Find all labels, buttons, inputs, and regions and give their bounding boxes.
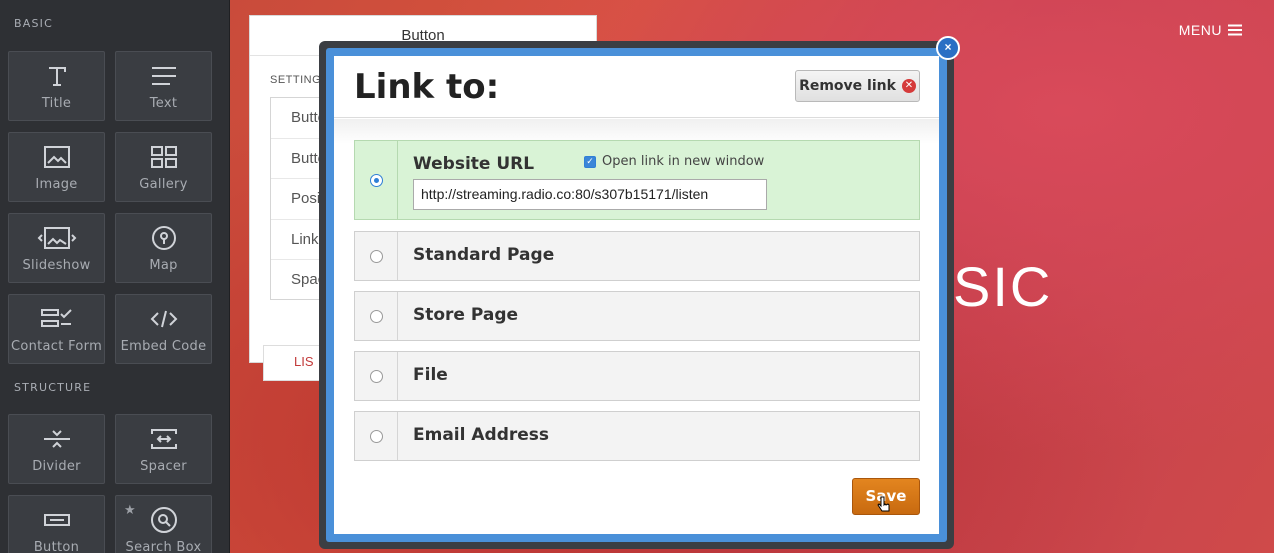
hero-text: SIC bbox=[953, 255, 1053, 318]
tile-label: Search Box bbox=[125, 540, 202, 553]
text-icon bbox=[116, 62, 211, 90]
list-tab-label: LIS bbox=[294, 354, 314, 369]
tile-button[interactable]: Button bbox=[8, 495, 105, 553]
radio-cell bbox=[355, 232, 398, 280]
hamburger-icon bbox=[1228, 24, 1242, 36]
radio-cell bbox=[355, 352, 398, 400]
radio-store-page[interactable] bbox=[370, 310, 383, 323]
link-modal: Link to: Remove link ✕ Website URL ✓ Ope… bbox=[334, 56, 939, 534]
option-standard-page[interactable]: Standard Page bbox=[354, 231, 920, 281]
tile-text[interactable]: Text bbox=[115, 51, 212, 121]
image-icon bbox=[9, 143, 104, 171]
option-label: Store Page bbox=[413, 305, 519, 325]
tile-spacer[interactable]: Spacer bbox=[115, 414, 212, 484]
tile-label: Gallery bbox=[139, 177, 188, 192]
tile-label: Divider bbox=[32, 459, 81, 474]
menu-button[interactable]: MENU bbox=[1179, 22, 1242, 38]
open-new-window-checkbox[interactable]: ✓ Open link in new window bbox=[584, 154, 764, 169]
tile-label: Spacer bbox=[140, 459, 187, 474]
section-title-basic: BASIC bbox=[14, 17, 53, 30]
radio-cell bbox=[355, 412, 398, 460]
option-label: Email Address bbox=[413, 425, 550, 445]
hand-cursor-icon bbox=[877, 496, 890, 512]
button-icon bbox=[9, 506, 104, 534]
open-new-window-label: Open link in new window bbox=[602, 154, 765, 169]
tile-divider[interactable]: Divider bbox=[8, 414, 105, 484]
remove-link-label: Remove link bbox=[799, 78, 896, 94]
remove-icon: ✕ bbox=[901, 79, 916, 93]
tile-label: Title bbox=[41, 96, 72, 111]
tile-image[interactable]: Image bbox=[8, 132, 105, 202]
option-label: Website URL bbox=[413, 154, 535, 174]
checkbox-checked-icon: ✓ bbox=[584, 155, 596, 168]
option-label: Standard Page bbox=[413, 245, 555, 265]
option-website-url[interactable]: Website URL ✓ Open link in new window ht… bbox=[354, 140, 920, 220]
code-icon bbox=[116, 305, 211, 333]
title-icon bbox=[9, 62, 104, 90]
tile-contact-form[interactable]: Contact Form bbox=[8, 294, 105, 364]
tile-label: Image bbox=[35, 177, 78, 192]
option-file[interactable]: File bbox=[354, 351, 920, 401]
option-store-page[interactable]: Store Page bbox=[354, 291, 920, 341]
modal-title: Link to: bbox=[354, 67, 500, 107]
tile-label: Embed Code bbox=[120, 339, 207, 354]
tile-slideshow[interactable]: Slideshow bbox=[8, 213, 105, 283]
gallery-icon bbox=[116, 143, 211, 171]
search-icon bbox=[116, 506, 211, 534]
remove-link-button[interactable]: Remove link ✕ bbox=[795, 70, 920, 102]
slideshow-icon bbox=[9, 224, 104, 252]
url-input[interactable]: http://streaming.radio.co:80/s307b15171/… bbox=[413, 179, 767, 210]
option-label: File bbox=[413, 365, 448, 385]
radio-cell bbox=[355, 141, 398, 219]
radio-email-address[interactable] bbox=[370, 430, 383, 443]
spacer-icon bbox=[116, 425, 211, 453]
tile-map[interactable]: Map bbox=[115, 213, 212, 283]
divider-icon bbox=[9, 425, 104, 453]
modal-header: Link to: Remove link ✕ bbox=[334, 56, 939, 118]
tile-label: Slideshow bbox=[22, 258, 91, 273]
list-tab[interactable]: LIS bbox=[263, 345, 323, 381]
tile-search-box[interactable]: ★ Search Box bbox=[115, 495, 212, 553]
menu-label: MENU bbox=[1178, 22, 1222, 38]
tile-embed-code[interactable]: Embed Code bbox=[115, 294, 212, 364]
map-pin-icon bbox=[116, 224, 211, 252]
option-email-address[interactable]: Email Address bbox=[354, 411, 920, 461]
contact-form-icon bbox=[9, 305, 104, 333]
radio-standard-page[interactable] bbox=[370, 250, 383, 263]
tile-label: Map bbox=[149, 258, 178, 273]
tile-label: Text bbox=[149, 96, 178, 111]
section-title-structure: STRUCTURE bbox=[14, 381, 92, 394]
sidebar: BASIC Title Text Image Gallery Slideshow bbox=[0, 0, 230, 553]
tile-label: Contact Form bbox=[10, 339, 103, 354]
radio-file[interactable] bbox=[370, 370, 383, 383]
tile-gallery[interactable]: Gallery bbox=[115, 132, 212, 202]
radio-website-url[interactable] bbox=[370, 174, 383, 187]
modal-body: Website URL ✓ Open link in new window ht… bbox=[334, 119, 939, 534]
radio-cell bbox=[355, 292, 398, 340]
close-icon[interactable]: × bbox=[936, 36, 960, 60]
tile-label: Button bbox=[33, 540, 80, 553]
tile-title[interactable]: Title bbox=[8, 51, 105, 121]
